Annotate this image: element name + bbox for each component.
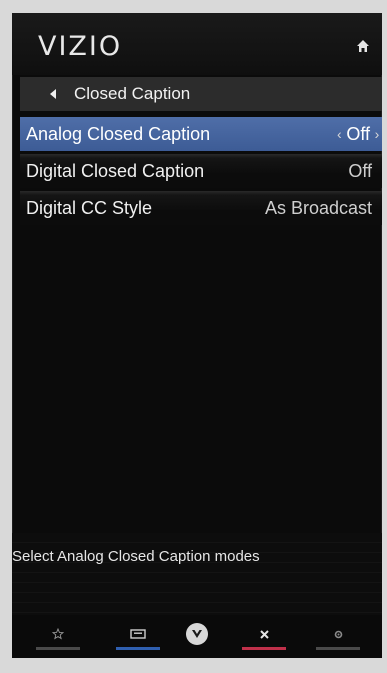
breadcrumb-title: Closed Caption	[74, 84, 191, 103]
menu-item-value: As Broadcast	[264, 197, 372, 218]
menu-item-label: Analog Closed Caption	[26, 123, 211, 144]
help-text: Select Analog Closed Caption modes	[12, 548, 260, 565]
menu-item-analog-closed-caption[interactable]: Analog Closed Caption ‹ Off ›	[20, 117, 382, 151]
home-icon[interactable]	[356, 39, 370, 53]
input-button[interactable]	[116, 621, 160, 651]
menu-item-digital-closed-caption[interactable]: Digital Closed Caption Off	[20, 154, 382, 188]
star-icon	[51, 627, 65, 645]
menu-item-label: Digital CC Style	[26, 197, 153, 218]
exit-button[interactable]	[242, 621, 286, 651]
input-icon	[130, 627, 146, 645]
menu-item-value: Off	[346, 123, 370, 144]
menu-item-value: Off	[348, 160, 372, 181]
chevron-left-icon[interactable]: ‹	[334, 126, 344, 142]
settings-button[interactable]	[316, 621, 360, 651]
settings-panel: VIZIO Closed Caption Analog Closed Capti…	[12, 13, 382, 658]
vizio-v-icon[interactable]	[186, 623, 208, 645]
option-selector[interactable]: ‹ Off ›	[334, 124, 382, 145]
favorites-button[interactable]	[36, 621, 80, 651]
back-arrow-icon[interactable]	[42, 84, 64, 104]
help-area: Select Analog Closed Caption modes	[12, 533, 382, 615]
close-icon	[259, 627, 270, 645]
footer-bar	[12, 615, 382, 658]
brand-logo: VIZIO	[38, 31, 123, 62]
screen-frame: VIZIO Closed Caption Analog Closed Capti…	[0, 0, 387, 673]
chevron-right-icon[interactable]: ›	[372, 126, 382, 142]
menu-item-label: Digital Closed Caption	[26, 160, 205, 181]
breadcrumb[interactable]: Closed Caption	[20, 77, 382, 111]
menu-item-digital-cc-style[interactable]: Digital CC Style As Broadcast	[20, 191, 382, 225]
gear-icon	[333, 627, 344, 645]
header: VIZIO	[12, 13, 382, 75]
